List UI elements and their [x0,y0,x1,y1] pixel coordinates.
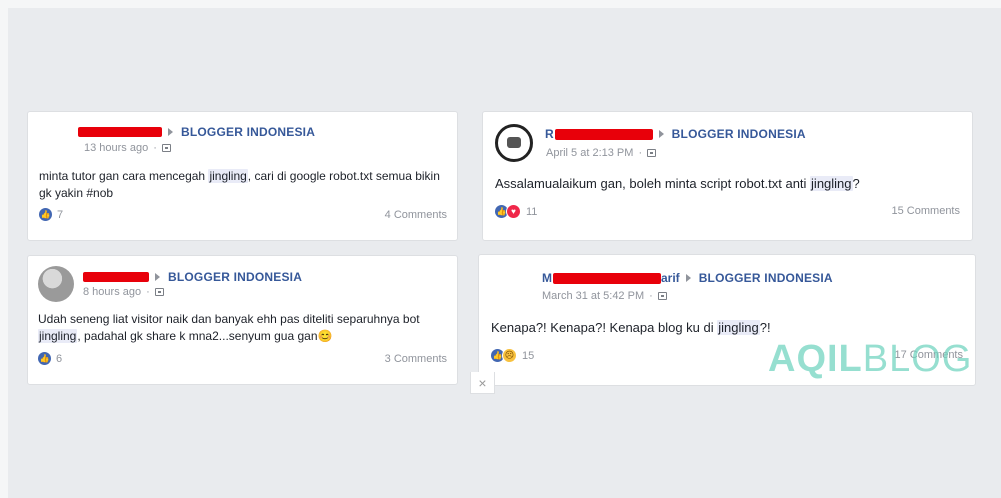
comments-count-link[interactable]: 3 Comments [385,353,447,365]
post-text-part: Assalamualaikum gan, boleh minta script … [495,176,811,191]
redacted-author-name [554,128,653,140]
post-card: BLOGGER INDONESIA 13 hours ago · minta t… [27,111,458,241]
love-icon: ♥ [506,204,521,219]
post-header: BLOGGER INDONESIA [83,270,302,284]
post-meta: March 31 at 5:42 PM · [542,290,667,302]
post-text: Assalamualaikum gan, boleh minta script … [495,175,965,192]
author-name-visible[interactable]: R [545,127,554,141]
meta-separator: · [649,290,653,302]
watermark-thin: BLOG [862,338,973,380]
avatar[interactable] [495,124,533,162]
reactions[interactable]: 👍 ♥ 11 [495,204,537,219]
post-header: BLOGGER INDONESIA [78,125,315,139]
highlighted-keyword[interactable]: jingling [38,329,78,343]
page-left-band [0,0,8,498]
globe-icon [161,144,171,152]
like-icon: 👍 [38,352,51,365]
post-card: R BLOGGER INDONESIA April 5 at 2:13 PM ·… [482,111,973,241]
post-timestamp[interactable]: April 5 at 2:13 PM [546,147,633,159]
post-text: Udah seneng liat visitor naik dan banyak… [38,311,450,345]
arrow-right-icon [168,128,173,136]
post-text-part: Udah seneng liat visitor naik dan banyak… [38,312,420,326]
page-top-band [0,0,1001,8]
comments-count-link[interactable]: 4 Comments [385,209,447,221]
post-text: minta tutor gan cara mencegah jingling, … [39,168,449,202]
author-name-visible[interactable]: arif [661,271,680,285]
meta-separator: · [146,286,150,298]
post-timestamp[interactable]: March 31 at 5:42 PM [542,290,644,302]
post-text-part: , padahal gk share k mna2...senyum gua g… [77,329,333,343]
post-header: M arif BLOGGER INDONESIA [542,271,833,285]
post-header: R BLOGGER INDONESIA [545,127,806,141]
like-icon: 👍 [39,208,52,221]
post-card: BLOGGER INDONESIA 8 hours ago · Udah sen… [27,255,458,385]
watermark-logo: AQILBLOG [768,338,972,381]
reactions[interactable]: 👍 7 [39,208,63,221]
sad-icon: ☹ [502,348,517,363]
post-text-part: ? [852,176,860,191]
post-text-part: Kenapa?! Kenapa?! Kenapa blog ku di [491,320,718,335]
group-link[interactable]: BLOGGER INDONESIA [699,271,833,285]
globe-icon [154,288,164,296]
post-text: Kenapa?! Kenapa?! Kenapa blog ku di jing… [491,319,961,336]
post-text-part: ?! [759,320,771,335]
close-icon[interactable]: × [470,372,495,394]
post-timestamp[interactable]: 13 hours ago [84,142,148,154]
post-meta: 8 hours ago · [83,286,164,298]
reaction-count: 6 [56,352,63,365]
globe-icon [657,292,667,300]
highlighted-keyword[interactable]: jingling [208,169,248,183]
reaction-count: 11 [526,205,538,218]
redacted-author-name [553,272,661,284]
post-meta: April 5 at 2:13 PM · [546,147,657,159]
reactions[interactable]: 👍 6 [38,352,62,365]
reaction-count: 15 [522,349,535,362]
post-meta: 13 hours ago · [84,142,171,154]
watermark-bold: AQIL [768,338,863,380]
post-text-part: minta tutor gan cara mencegah [39,169,209,183]
highlighted-keyword[interactable]: jingling [810,176,853,191]
arrow-right-icon [685,274,691,282]
redacted-author-name [78,127,162,137]
globe-icon [647,149,657,157]
group-link[interactable]: BLOGGER INDONESIA [181,125,315,139]
group-link[interactable]: BLOGGER INDONESIA [672,127,806,141]
author-name-visible[interactable]: M [542,271,552,285]
group-link[interactable]: BLOGGER INDONESIA [168,270,302,284]
post-timestamp[interactable]: 8 hours ago [83,286,141,298]
avatar[interactable] [38,266,74,302]
reaction-count: 7 [57,208,64,221]
meta-separator: · [153,142,157,154]
meta-separator: · [638,147,643,159]
arrow-right-icon [155,273,160,281]
highlighted-keyword[interactable]: jingling [717,320,760,335]
redacted-author-name [83,272,149,282]
arrow-right-icon [658,130,664,138]
reactions[interactable]: 👍 ☹ 15 [491,348,534,363]
comments-count-link[interactable]: 15 Comments [892,205,960,217]
